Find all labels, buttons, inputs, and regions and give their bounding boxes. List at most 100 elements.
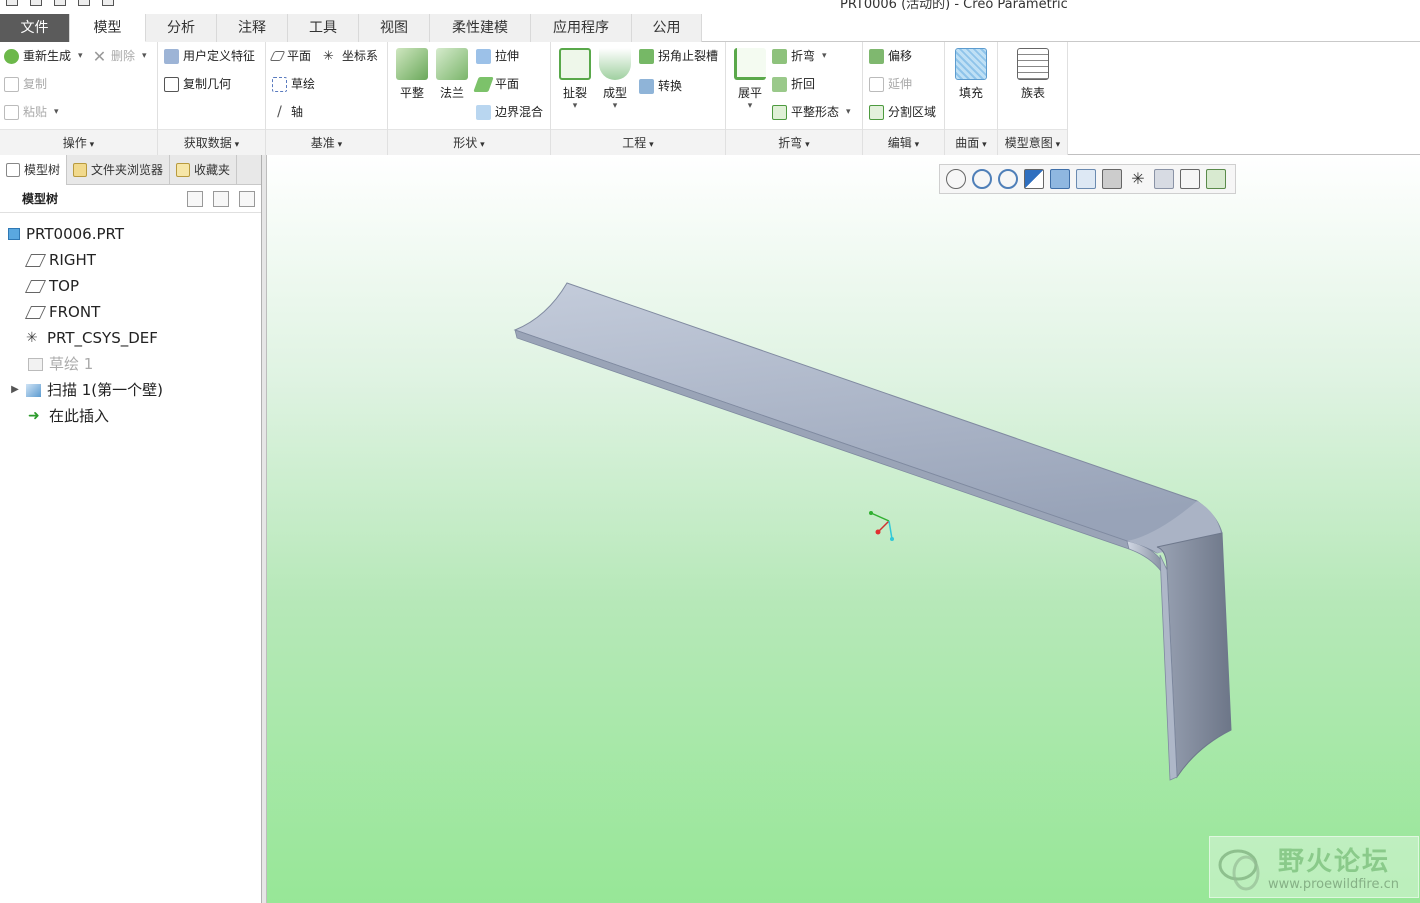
split-area-button[interactable]: 分割区域 <box>869 102 936 122</box>
model-tree-icon <box>6 163 20 177</box>
group-editing: 偏移 延伸 分割区域 编辑 <box>863 42 945 155</box>
model-tree-toolbar: 模型树 <box>0 185 261 213</box>
window-title: PRT0006 (活动的) - Creo Parametric <box>840 0 1068 12</box>
axis-button[interactable]: / 轴 <box>272 102 303 122</box>
group-footer-shape[interactable]: 形状 <box>388 129 550 155</box>
regenerate-icon <box>4 48 19 64</box>
convert-button[interactable]: 转换 <box>639 76 682 96</box>
tree-node-insert-here[interactable]: ➜ 在此插入 <box>0 403 261 429</box>
tree-columns-icon[interactable] <box>239 190 255 207</box>
tab-utilities[interactable]: 公用 <box>632 14 702 42</box>
new-icon[interactable] <box>6 0 18 6</box>
expand-arrow-icon[interactable]: ▶ <box>10 377 20 403</box>
delete-icon: ✕ <box>92 46 107 66</box>
offset-button[interactable]: 偏移 <box>869 46 912 66</box>
part-icon <box>8 228 20 240</box>
copy-button[interactable]: 复制 <box>4 74 47 94</box>
watermark-url: www.proewildfire.cn <box>1268 877 1399 892</box>
paste-button[interactable]: 粘贴 <box>4 102 59 122</box>
undo-icon[interactable] <box>78 0 90 6</box>
tab-folder-browser[interactable]: 文件夹浏览器 <box>67 155 171 185</box>
graphics-viewport[interactable]: ✳ 野火论坛 www.proewildfire.cn <box>267 155 1420 903</box>
save-icon[interactable] <box>54 0 66 6</box>
convert-icon <box>639 78 654 94</box>
bend-button[interactable]: 折弯 <box>772 46 827 66</box>
fill-button[interactable]: 填充 <box>949 42 993 101</box>
tab-applications[interactable]: 应用程序 <box>531 14 632 42</box>
group-footer-get-data[interactable]: 获取数据 <box>158 129 265 155</box>
tree-node-sweep[interactable]: ▶ 扫描 1(第一个壁) <box>0 377 261 403</box>
group-model-intent: 族表 模型意图 <box>998 42 1068 155</box>
plane-icon <box>269 51 286 61</box>
tab-favorites[interactable]: 收藏夹 <box>170 155 238 185</box>
open-icon[interactable] <box>30 0 42 6</box>
panel-tabs: 模型树 文件夹浏览器 收藏夹 <box>0 155 261 185</box>
rip-button[interactable]: 扯裂 ▾ <box>553 42 597 111</box>
corner-relief-button[interactable]: 拐角止裂槽 <box>639 46 718 66</box>
axis-icon: / <box>277 103 282 120</box>
tab-analysis[interactable]: 分析 <box>146 14 217 42</box>
csys-icon: ✳ <box>26 329 38 346</box>
flat-wall-button[interactable]: 平整 <box>390 42 434 101</box>
tab-file[interactable]: 文件 <box>0 14 70 42</box>
flat-state-icon <box>772 104 787 120</box>
tab-model-tree[interactable]: 模型树 <box>0 155 68 185</box>
flat-state-button[interactable]: 平整形态 <box>772 102 851 122</box>
group-footer-bend[interactable]: 折弯 <box>726 129 862 155</box>
copy-geometry-button[interactable]: 复制几何 <box>164 74 231 94</box>
title-bar: PRT0006 (活动的) - Creo Parametric <box>0 0 1420 14</box>
tree-node-csys[interactable]: ✳ PRT_CSYS_DEF <box>0 325 261 351</box>
flange-wall-button[interactable]: 法兰 <box>430 42 474 101</box>
form-button[interactable]: 成型 ▾ <box>593 42 637 111</box>
group-operations: 重新生成 ✕ 删除 复制 粘贴 操作 <box>0 42 158 155</box>
group-footer-editing[interactable]: 编辑 <box>863 129 944 155</box>
boundary-blend-button[interactable]: 边界混合 <box>476 102 543 122</box>
group-surface: 填充 曲面 <box>945 42 998 155</box>
datum-plane-icon <box>24 305 47 319</box>
group-footer-model-intent[interactable]: 模型意图 <box>998 129 1067 155</box>
tree-filter-icon[interactable] <box>213 190 229 207</box>
insert-arrow-icon: ➜ <box>28 407 40 424</box>
planar-button[interactable]: 平面 <box>473 74 519 94</box>
group-footer-operations[interactable]: 操作 <box>0 129 157 155</box>
tree-node-right[interactable]: RIGHT <box>0 247 261 273</box>
bend-icon <box>772 48 787 64</box>
tree-node-part[interactable]: PRT0006.PRT <box>0 221 261 247</box>
family-table-icon <box>1017 48 1049 80</box>
datum-plane-button[interactable]: 平面 <box>269 46 311 66</box>
delete-button[interactable]: ✕ 删除 <box>92 46 147 66</box>
tab-flexible-modeling[interactable]: 柔性建模 <box>430 14 531 42</box>
tree-node-sketch[interactable]: 草绘 1 <box>0 351 261 377</box>
extend-icon <box>869 76 884 92</box>
ribbon: 重新生成 ✕ 删除 复制 粘贴 操作 用户定义特征 复制几何 获取数据 <box>0 42 1420 155</box>
sheetmetal-model[interactable] <box>267 155 1420 903</box>
split-area-icon <box>869 104 884 120</box>
boundary-blend-icon <box>476 104 491 120</box>
flat-wall-icon <box>396 48 428 80</box>
udf-icon <box>164 48 179 64</box>
tree-node-front[interactable]: FRONT <box>0 299 261 325</box>
bend-back-button[interactable]: 折回 <box>772 74 815 94</box>
form-icon <box>599 48 631 80</box>
group-footer-surface[interactable]: 曲面 <box>945 129 997 155</box>
group-footer-datum[interactable]: 基准 <box>266 129 387 155</box>
tab-view[interactable]: 视图 <box>359 14 430 42</box>
extend-button[interactable]: 延伸 <box>869 74 912 94</box>
unbend-button[interactable]: 展平 ▾ <box>728 42 772 111</box>
tree-node-top[interactable]: TOP <box>0 273 261 299</box>
sketch-button[interactable]: 草绘 <box>272 74 315 94</box>
tree-settings-icon[interactable] <box>187 190 203 207</box>
redo-icon[interactable] <box>102 0 114 6</box>
copy-icon <box>4 76 19 92</box>
coordinate-system-button[interactable]: ✳ 坐标系 <box>323 46 378 66</box>
datum-plane-icon <box>24 279 47 293</box>
corner-relief-icon <box>639 48 654 64</box>
tab-model[interactable]: 模型 <box>70 14 146 42</box>
regenerate-button[interactable]: 重新生成 <box>4 46 83 66</box>
udf-button[interactable]: 用户定义特征 <box>164 46 255 66</box>
family-table-button[interactable]: 族表 <box>1011 42 1055 101</box>
tab-tools[interactable]: 工具 <box>288 14 359 42</box>
group-footer-engineering[interactable]: 工程 <box>551 129 725 155</box>
extrude-button[interactable]: 拉伸 <box>476 46 519 66</box>
tab-annotate[interactable]: 注释 <box>217 14 288 42</box>
